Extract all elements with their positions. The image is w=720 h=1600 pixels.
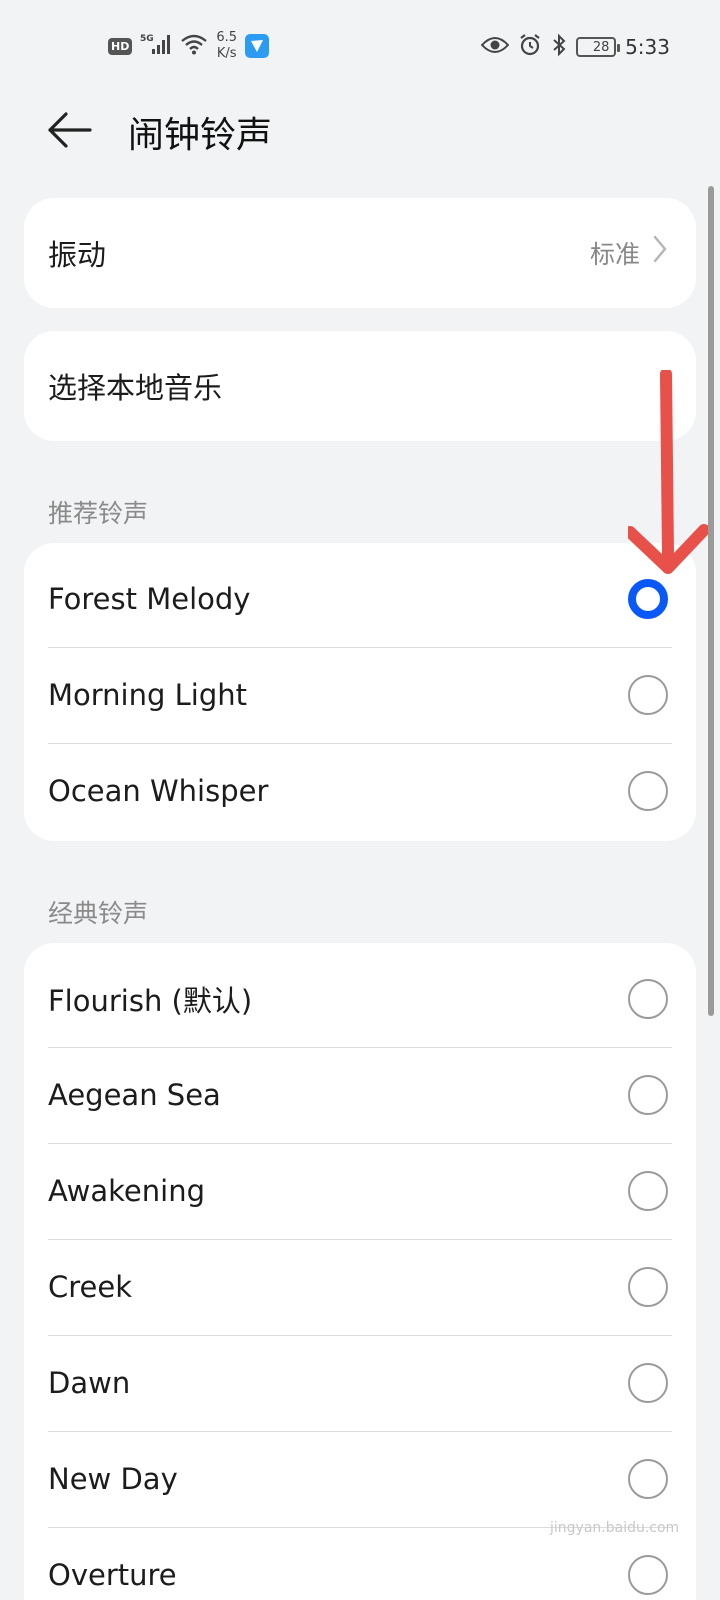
scrollbar[interactable] (708, 186, 714, 1016)
bluetooth-icon (551, 33, 567, 61)
list-item-overture[interactable]: Overture (24, 1527, 696, 1600)
ringtone-label: Aegean Sea (48, 1078, 221, 1112)
radio-unselected[interactable] (628, 1459, 668, 1499)
hd-badge: HD (108, 37, 133, 55)
status-right: 28 5:33 (480, 33, 670, 61)
net-speed-unit: K/s (216, 46, 237, 61)
signal-icon: 5G (140, 32, 172, 60)
page-title: 闹钟铃声 (128, 115, 273, 156)
net-speed: 6.5 K/s (216, 30, 237, 62)
vibration-card[interactable]: 振动 标准 (24, 198, 696, 308)
list-item-creek[interactable]: Creek (24, 1239, 696, 1335)
radio-unselected[interactable] (628, 1075, 668, 1115)
vibration-label: 振动 (48, 238, 107, 272)
ringtone-label: Ocean Whisper (48, 774, 269, 808)
section-title-recommended: 推荐铃声 (48, 499, 149, 528)
list-item-awakening[interactable]: Awakening (24, 1143, 696, 1239)
local-music-row[interactable]: 选择本地音乐 (24, 331, 696, 441)
list-item-forest-melody[interactable]: Forest Melody (24, 551, 696, 647)
header: 闹钟铃声 (0, 90, 720, 170)
ringtone-label: Awakening (48, 1174, 205, 1208)
ringtone-label: Dawn (48, 1366, 131, 1400)
radio-unselected[interactable] (628, 1267, 668, 1307)
list-item-aegean-sea[interactable]: Aegean Sea (24, 1047, 696, 1143)
ringtone-label: Morning Light (48, 678, 247, 712)
radio-unselected[interactable] (628, 1171, 668, 1211)
watermark: jingyan.baidu.com (550, 1520, 680, 1536)
local-music-label: 选择本地音乐 (48, 371, 223, 405)
list-item-new-day[interactable]: New Day (24, 1431, 696, 1527)
local-music-card[interactable]: 选择本地音乐 (24, 331, 696, 441)
status-bar: HD 5G 6.5 K/s 28 5:33 (0, 0, 720, 90)
eye-icon (480, 35, 510, 59)
status-left: HD 5G 6.5 K/s (108, 30, 270, 62)
chevron-right-icon (653, 235, 667, 263)
list-item-ocean-whisper[interactable]: Ocean Whisper (24, 743, 696, 839)
annotation-arrow-icon (628, 370, 708, 574)
radio-unselected[interactable] (628, 1555, 668, 1595)
section-title-classic: 经典铃声 (48, 899, 149, 928)
net-type-label: 5G (140, 34, 154, 44)
ringtone-label: Creek (48, 1270, 133, 1304)
radio-unselected[interactable] (628, 1363, 668, 1403)
list-item-dawn[interactable]: Dawn (24, 1335, 696, 1431)
ringtone-label: Overture (48, 1558, 177, 1592)
net-speed-value: 6.5 (216, 30, 238, 45)
list-item-morning-light[interactable]: Morning Light (24, 647, 696, 743)
back-button[interactable] (46, 108, 98, 152)
radio-unselected[interactable] (628, 771, 668, 811)
battery-level: 28 (592, 39, 610, 55)
arrow-left-icon (48, 112, 92, 148)
vibration-value: 标准 (589, 240, 640, 269)
radio-unselected[interactable] (628, 675, 668, 715)
classic-list: Flourish (默认) Aegean Sea Awakening Creek… (24, 943, 696, 1600)
wifi-icon (180, 33, 208, 59)
radio-unselected[interactable] (628, 979, 668, 1019)
radio-selected[interactable] (628, 579, 668, 619)
recommended-list: Forest Melody Morning Light Ocean Whispe… (24, 543, 696, 841)
list-item-flourish[interactable]: Flourish (默认) (24, 951, 696, 1047)
status-time: 5:33 (625, 35, 670, 59)
ringtone-label: New Day (48, 1462, 178, 1496)
battery-icon: 28 (576, 37, 621, 57)
alarm-icon (518, 33, 542, 61)
app-icon (245, 34, 270, 58)
ringtone-label: Forest Melody (48, 582, 251, 616)
ringtone-label: Flourish (默认) (48, 984, 253, 1018)
vibration-row[interactable]: 振动 标准 (24, 198, 696, 308)
